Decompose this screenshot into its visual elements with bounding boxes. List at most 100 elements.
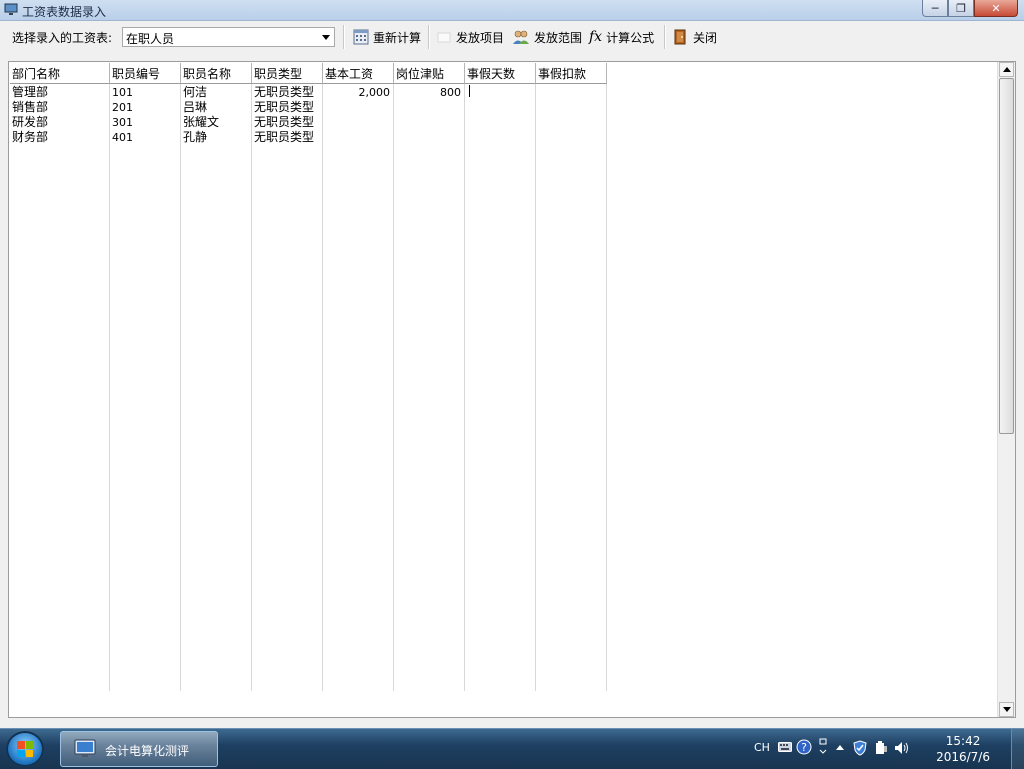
scroll-up-button[interactable] (999, 62, 1014, 77)
device-icon[interactable] (874, 740, 888, 756)
selected-table-value: 在职人员 (126, 32, 175, 46)
table-cell[interactable] (323, 115, 393, 130)
table-cell[interactable]: 无职员类型 (252, 85, 322, 100)
taskbar-app-button[interactable]: 会计电算化测评 (60, 731, 218, 767)
clock-date: 2016/7/6 (936, 750, 990, 764)
table-cell[interactable]: 财务部 (10, 130, 109, 145)
calculator-grid-icon (353, 29, 369, 45)
window-controls: ─ ❐ ✕ (922, 0, 1018, 17)
table-cell[interactable] (465, 85, 535, 100)
toolbar: 选择录入的工资表: 在职人员 重新计算 发放项目 发放范围 fx 计算公式 关闭 (0, 21, 1024, 53)
table-cell[interactable]: 2,000 (323, 85, 393, 100)
speaker-icon[interactable] (894, 740, 910, 756)
grid-column (394, 63, 465, 691)
grid-column (110, 63, 181, 691)
table-cell[interactable]: 研发部 (10, 115, 109, 130)
windows-start-icon (17, 741, 33, 757)
table-cell[interactable] (394, 130, 464, 145)
mini-layout-icon[interactable] (818, 738, 828, 756)
recalculate-label: 重新计算 (373, 30, 422, 45)
table-cell[interactable] (465, 115, 535, 130)
toolbar-separator (428, 25, 430, 49)
table-cell[interactable]: 无职员类型 (252, 130, 322, 145)
table-cell[interactable] (323, 100, 393, 115)
table-cell[interactable] (465, 100, 535, 115)
recalculate-button[interactable]: 重新计算 (353, 27, 421, 47)
table-cell[interactable]: 张耀文 (181, 115, 251, 130)
table-cell[interactable]: 101 (110, 85, 180, 100)
column-header[interactable]: 岗位津贴 (394, 63, 465, 84)
fx-icon: fx (589, 29, 603, 45)
grid-column (252, 63, 323, 691)
column-header[interactable]: 部门名称 (10, 63, 110, 84)
clock[interactable]: 15:42 2016/7/6 (936, 733, 990, 765)
column-header[interactable]: 事假天数 (465, 63, 536, 84)
table-cell[interactable] (536, 85, 606, 100)
shield-icon[interactable] (852, 740, 868, 756)
table-cell[interactable]: 800 (394, 85, 464, 100)
tray-expand-icon[interactable] (836, 744, 844, 750)
table-cell[interactable]: 无职员类型 (252, 115, 322, 130)
chevron-down-icon[interactable] (322, 35, 330, 40)
table-cell[interactable] (536, 100, 606, 115)
toolbar-separator (664, 25, 666, 49)
table-cell[interactable]: 无职员类型 (252, 100, 322, 115)
column-header[interactable]: 职员编号 (110, 63, 181, 84)
grid-column (181, 63, 252, 691)
table-cell[interactable]: 401 (110, 130, 180, 145)
table-cell[interactable] (394, 115, 464, 130)
pay-items-button[interactable]: 发放项目 (436, 27, 504, 47)
minimize-button[interactable]: ─ (922, 0, 948, 17)
pay-scope-label: 发放范围 (534, 30, 583, 45)
table-cell[interactable]: 销售部 (10, 100, 109, 115)
checkbox-icon (437, 32, 451, 43)
taskbar-app-label: 会计电算化测评 (105, 744, 190, 758)
arrow-up-icon (1003, 67, 1011, 72)
grid-column (536, 63, 607, 691)
svg-text:?: ? (801, 741, 807, 754)
table-cell[interactable]: 孔静 (181, 130, 251, 145)
app-window-icon (4, 3, 18, 15)
column-header[interactable]: 职员类型 (252, 63, 323, 84)
formula-label: 计算公式 (606, 30, 655, 45)
table-cell[interactable] (536, 130, 606, 145)
table-cell[interactable]: 何洁 (181, 85, 251, 100)
salary-table-select[interactable]: 在职人员 (122, 27, 335, 47)
exit-door-icon (674, 29, 686, 45)
formula-button[interactable]: fx 计算公式 (589, 27, 654, 47)
table-cell[interactable]: 301 (110, 115, 180, 130)
table-cell[interactable] (465, 130, 535, 145)
grid-column (10, 63, 110, 691)
language-indicator[interactable]: CH (754, 741, 770, 754)
start-button[interactable] (6, 731, 44, 767)
table-cell[interactable]: 吕琳 (181, 100, 251, 115)
close-button[interactable]: 关闭 (673, 27, 717, 47)
pay-scope-button[interactable]: 发放范围 (512, 27, 582, 47)
column-header[interactable]: 职员名称 (181, 63, 252, 84)
grid-column (465, 63, 536, 691)
column-header[interactable]: 基本工资 (323, 63, 394, 84)
keyboard-icon[interactable] (778, 742, 792, 752)
arrow-down-icon (1003, 707, 1011, 712)
clock-time: 15:42 (945, 734, 981, 748)
salary-data-grid[interactable]: 部门名称 职员编号 职员名称 职员类型 基本工资 岗位津贴 事假天数 事假扣款管理部 101 何洁… (8, 61, 1016, 718)
vertical-scrollbar[interactable] (997, 62, 1015, 717)
title-bar: 工资表数据录入 ─ ❐ ✕ (0, 0, 1024, 21)
toolbar-separator (343, 25, 345, 49)
show-desktop-button[interactable] (1011, 729, 1024, 769)
taskbar: 会计电算化测评 CH ? 15:42 2016/7/6 (0, 728, 1024, 769)
scroll-thumb[interactable] (999, 78, 1014, 434)
column-header[interactable]: 事假扣款 (536, 63, 607, 84)
help-icon[interactable]: ? (796, 739, 812, 755)
restore-button[interactable]: ❐ (948, 0, 974, 17)
table-cell[interactable]: 201 (110, 100, 180, 115)
table-cell[interactable]: 管理部 (10, 85, 109, 100)
close-window-button[interactable]: ✕ (974, 0, 1018, 17)
table-cell[interactable] (536, 115, 606, 130)
table-cell[interactable] (323, 130, 393, 145)
grid-column (323, 63, 394, 691)
scroll-down-button[interactable] (999, 702, 1014, 717)
select-table-label: 选择录入的工资表: (12, 31, 113, 45)
table-cell[interactable] (394, 100, 464, 115)
people-icon (513, 30, 529, 44)
